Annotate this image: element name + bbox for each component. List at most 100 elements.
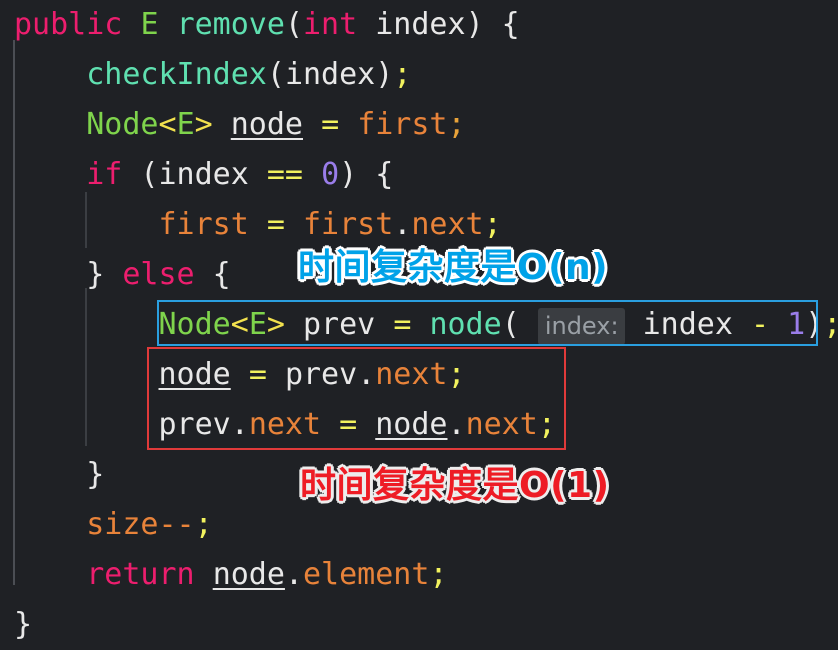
code-line[interactable]: Node<E> node = first; <box>0 100 838 150</box>
code-token: ; <box>537 407 556 442</box>
code-token: < <box>158 107 177 142</box>
code-token: node <box>429 307 502 342</box>
code-line[interactable]: if (index == 0) { <box>0 150 838 200</box>
code-line-content: Node<E> prev = node( index: index - 1); <box>0 307 838 345</box>
code-line-content: checkIndex(index); <box>0 57 411 92</box>
code-line-content: first = first.next; <box>0 207 502 242</box>
code-token: ; <box>447 107 466 142</box>
code-token: . <box>357 357 376 392</box>
code-token: node <box>212 557 285 592</box>
code-token: index <box>158 157 249 192</box>
code-token: ) { <box>465 7 520 42</box>
code-line-content: size--; <box>0 507 212 542</box>
code-token: ) { <box>339 157 394 192</box>
code-token: next <box>248 407 322 442</box>
code-line-content: } else { <box>0 257 231 292</box>
code-token: == <box>266 157 303 192</box>
code-token: ( <box>122 157 159 192</box>
code-token: } <box>86 257 105 292</box>
code-token: else <box>122 257 195 292</box>
code-token: = <box>266 207 285 242</box>
code-line-content: } <box>0 457 104 492</box>
code-line[interactable]: size--; <box>0 500 838 550</box>
code-line-content: node = prev.next; <box>0 357 466 392</box>
code-token: prev <box>303 307 376 342</box>
code-token: E <box>140 7 159 42</box>
code-token: = <box>321 107 340 142</box>
code-token: = <box>248 357 267 392</box>
code-line[interactable]: return node.element; <box>0 550 838 600</box>
code-token: prev <box>284 357 358 392</box>
code-token: next <box>375 357 448 392</box>
code-line-content: if (index == 0) { <box>0 157 393 192</box>
code-token: if <box>86 157 123 192</box>
code-token: E <box>248 307 267 342</box>
parameter-hint-chip[interactable]: index: <box>537 308 625 345</box>
code-token: node <box>158 357 231 392</box>
code-token: prev <box>158 407 231 442</box>
code-token: = <box>339 407 358 442</box>
code-token: ( <box>266 57 285 92</box>
code-token: < <box>230 307 249 342</box>
code-token: . <box>447 407 466 442</box>
code-line[interactable]: node = prev.next; <box>0 350 838 400</box>
code-line-content: return node.element; <box>0 557 448 592</box>
code-token: Node <box>86 107 159 142</box>
code-token: checkIndex <box>86 57 267 92</box>
code-token: Node <box>158 307 231 342</box>
code-token: } <box>14 607 33 642</box>
code-token: ( <box>284 7 303 42</box>
code-token: index <box>375 7 466 42</box>
code-token: ; <box>447 357 466 392</box>
code-line[interactable]: prev.next = node.next; <box>0 400 838 450</box>
code-line[interactable]: checkIndex(index); <box>0 50 838 100</box>
code-line[interactable]: Node<E> prev = node( index: index - 1); <box>0 300 838 350</box>
code-token: > <box>266 307 285 342</box>
code-token: first <box>357 107 448 142</box>
code-line[interactable]: first = first.next; <box>0 200 838 250</box>
code-line-content: Node<E> node = first; <box>0 107 466 142</box>
code-token: first <box>158 207 249 242</box>
code-editor[interactable]: public E remove(int index) { checkIndex(… <box>0 0 838 642</box>
code-token: node <box>375 407 448 442</box>
code-token: > <box>194 107 213 142</box>
code-token: size <box>86 507 159 542</box>
code-line[interactable]: public E remove(int index) { <box>0 0 838 50</box>
code-token: } <box>86 457 105 492</box>
code-token: ) <box>375 57 394 92</box>
code-token: ; <box>393 57 412 92</box>
code-token: ; <box>823 307 838 342</box>
complexity-label-on: 时间复杂度是O(n) <box>298 247 609 288</box>
code-token: ) <box>805 307 824 342</box>
code-token: ; <box>483 207 502 242</box>
code-line[interactable]: } <box>0 600 838 650</box>
code-token: return <box>86 557 195 592</box>
code-token: 1 <box>787 307 806 342</box>
code-token: ; <box>429 557 448 592</box>
complexity-label-o1: 时间复杂度是O(1) <box>300 465 610 506</box>
